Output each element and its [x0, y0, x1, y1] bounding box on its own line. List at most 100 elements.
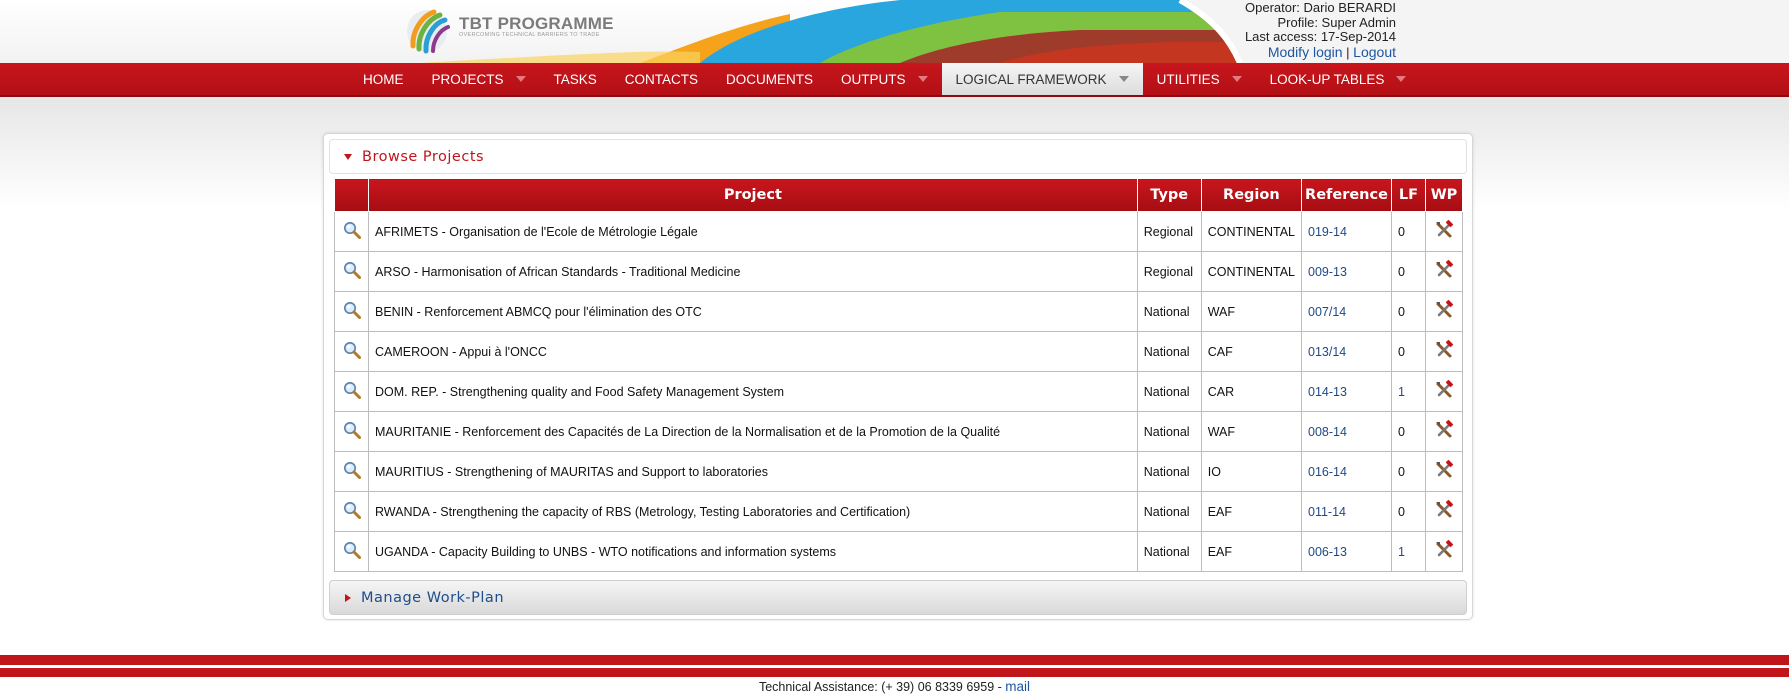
wp-cell — [1425, 411, 1463, 452]
browse-projects-header[interactable]: Browse Projects — [329, 139, 1467, 174]
view-cell — [334, 331, 369, 372]
profile-label: Profile: Super Admin — [1277, 14, 1396, 30]
wp-cell — [1425, 251, 1463, 292]
region-cell: CAR — [1200, 371, 1303, 412]
footer-assistance-text: Technical Assistance: (+ 39) 06 8339 695… — [758, 680, 1002, 694]
project-cell: MAURITIUS - Strengthening of MAURITAS an… — [368, 451, 1138, 492]
wp-cell — [1425, 211, 1463, 252]
tools-icon[interactable] — [1434, 380, 1454, 400]
project-cell: BENIN - Renforcement ABMCQ pour l'élimin… — [368, 291, 1138, 332]
col-reference: Reference — [1301, 178, 1392, 212]
tools-icon[interactable] — [1434, 220, 1454, 240]
caret-down-icon — [344, 153, 352, 160]
view-cell — [334, 291, 369, 332]
region-cell: EAF — [1200, 531, 1303, 572]
reference-cell: 006-13 — [1301, 531, 1392, 572]
type-cell: National — [1136, 291, 1202, 332]
table-row: AFRIMETS - Organisation de l'Ecole de Mé… — [334, 211, 1463, 252]
lf-cell: 0 — [1391, 451, 1426, 492]
table-row: UGANDA - Capacity Building to UNBS - WTO… — [334, 531, 1463, 572]
nav-logical-framework[interactable]: LOGICAL FRAMEWORK — [941, 63, 1143, 95]
magnifier-icon[interactable] — [343, 341, 361, 359]
view-cell — [334, 371, 369, 412]
reference-cell: 008-14 — [1301, 411, 1392, 452]
magnifier-icon[interactable] — [343, 541, 361, 559]
table-row: ARSO - Harmonisation of African Standard… — [334, 251, 1463, 292]
type-cell: National — [1136, 371, 1202, 412]
chevron-down-icon — [917, 76, 928, 82]
projects-table-body: AFRIMETS - Organisation de l'Ecole de Mé… — [334, 211, 1463, 572]
footer-band-bottom — [0, 668, 1789, 677]
reference-cell: 014-13 — [1301, 371, 1392, 412]
type-cell: Regional — [1136, 211, 1202, 252]
wp-cell — [1425, 291, 1463, 332]
nav-contacts[interactable]: CONTACTS — [611, 63, 712, 95]
region-cell: IO — [1200, 451, 1303, 492]
nav-documents[interactable]: DOCUMENTS — [712, 63, 827, 95]
chevron-down-icon — [1231, 76, 1242, 82]
reference-cell: 019-14 — [1301, 211, 1392, 252]
manage-workplan-header[interactable]: Manage Work-Plan — [329, 580, 1467, 615]
reference-cell: 013/14 — [1301, 331, 1392, 372]
nav-tasks[interactable]: TASKS — [540, 63, 611, 95]
nav-label: LOOK-UP TABLES — [1269, 71, 1385, 87]
tools-icon[interactable] — [1434, 420, 1454, 440]
magnifier-icon[interactable] — [343, 421, 361, 439]
table-row: MAURITIUS - Strengthening of MAURITAS an… — [334, 451, 1463, 492]
table-row: DOM. REP. - Strengthening quality and Fo… — [334, 371, 1463, 412]
col-type: Type — [1136, 178, 1202, 212]
magnifier-icon[interactable] — [343, 501, 361, 519]
view-cell — [334, 211, 369, 252]
magnifier-icon[interactable] — [343, 261, 361, 279]
modify-login-link[interactable]: Modify login — [1268, 44, 1343, 60]
footer-mail-link[interactable]: mail — [1005, 679, 1030, 694]
nav-label: HOME — [363, 71, 404, 87]
tools-icon[interactable] — [1434, 460, 1454, 480]
view-cell — [334, 451, 369, 492]
type-cell: National — [1136, 531, 1202, 572]
region-cell: CONTINENTAL — [1200, 211, 1303, 252]
col-project: Project — [368, 178, 1138, 212]
nav-utilities[interactable]: UTILITIES — [1143, 63, 1256, 95]
project-cell: DOM. REP. - Strengthening quality and Fo… — [368, 371, 1138, 412]
tools-icon[interactable] — [1434, 540, 1454, 560]
tools-icon[interactable] — [1434, 500, 1454, 520]
type-cell: National — [1136, 451, 1202, 492]
tools-icon[interactable] — [1434, 260, 1454, 280]
tools-icon[interactable] — [1434, 340, 1454, 360]
lf-cell: 0 — [1391, 251, 1426, 292]
project-cell: UGANDA - Capacity Building to UNBS - WTO… — [368, 531, 1138, 572]
col-lf: LF — [1391, 178, 1426, 212]
logout-link[interactable]: Logout — [1353, 44, 1396, 60]
region-cell: CAF — [1200, 331, 1303, 372]
nav-home[interactable]: HOME — [349, 63, 418, 95]
manage-workplan-title: Manage Work-Plan — [361, 589, 505, 606]
table-row: BENIN - Renforcement ABMCQ pour l'élimin… — [334, 291, 1463, 332]
reference-cell: 016-14 — [1301, 451, 1392, 492]
magnifier-icon[interactable] — [343, 461, 361, 479]
project-cell: CAMEROON - Appui à l'ONCC — [368, 331, 1138, 372]
nav-look-up-tables[interactable]: LOOK-UP TABLES — [1256, 63, 1421, 95]
browse-projects-title: Browse Projects — [362, 148, 485, 165]
type-cell: Regional — [1136, 251, 1202, 292]
magnifier-icon[interactable] — [343, 381, 361, 399]
nav-label: OUTPUTS — [841, 71, 906, 87]
lf-cell: 1 — [1391, 371, 1426, 412]
nav-projects[interactable]: PROJECTS — [418, 63, 540, 95]
nav-outputs[interactable]: OUTPUTS — [827, 63, 942, 95]
lf-cell: 0 — [1391, 291, 1426, 332]
nav-label: UTILITIES — [1156, 71, 1220, 87]
header-banner-art — [400, 0, 1789, 63]
nav-label: LOGICAL FRAMEWORK — [955, 71, 1107, 87]
view-cell — [334, 251, 369, 292]
chevron-down-icon — [515, 76, 526, 82]
magnifier-icon[interactable] — [343, 221, 361, 239]
magnifier-icon[interactable] — [343, 301, 361, 319]
project-cell: AFRIMETS - Organisation de l'Ecole de Mé… — [368, 211, 1138, 252]
type-cell: National — [1136, 411, 1202, 452]
col-view — [334, 178, 369, 212]
wp-cell — [1425, 331, 1463, 372]
projects-table: Project Type Region Reference LF WP AFRI… — [334, 178, 1463, 572]
region-cell: WAF — [1200, 411, 1303, 452]
tools-icon[interactable] — [1434, 300, 1454, 320]
